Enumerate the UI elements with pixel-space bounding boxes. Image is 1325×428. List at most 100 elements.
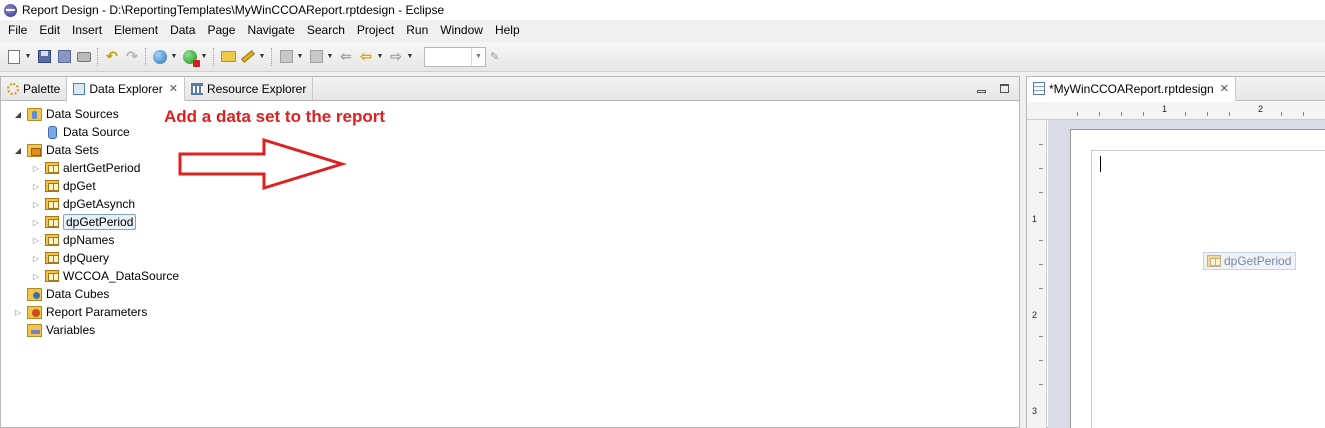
tab-report-design[interactable]: *MyWinCCOAReport.rptdesign ✕ [1027, 77, 1236, 101]
menu-page[interactable]: Page [201, 23, 241, 37]
run-dropdown[interactable]: ▼ [200, 49, 208, 65]
menu-window[interactable]: Window [434, 23, 489, 37]
tab-resource-explorer[interactable]: Resource Explorer [185, 77, 314, 100]
tree-label: dpGetPeriod [63, 214, 137, 230]
minimize-icon[interactable] [977, 90, 986, 93]
new-dropdown[interactable]: ▼ [24, 49, 32, 65]
view-tabs: Palette Data Explorer ✕ Resource Explore… [1, 77, 1019, 101]
tree-item-dataset[interactable]: ▷ alertGetPeriod [1, 159, 1019, 177]
report-page[interactable] [1070, 129, 1325, 428]
save-button[interactable] [36, 49, 52, 65]
menu-element[interactable]: Element [108, 23, 164, 37]
report-file-icon [1033, 82, 1045, 95]
tree-item-dataset[interactable]: ▷ dpQuery [1, 249, 1019, 267]
menu-file[interactable]: File [2, 23, 33, 37]
tree-label: Data Sources [46, 107, 119, 121]
next-annotation-dropdown[interactable]: ▼ [296, 49, 304, 65]
save-all-button[interactable] [56, 49, 72, 65]
tree-item-dataset[interactable]: ▷ dpGet [1, 177, 1019, 195]
tree-label: dpGet [63, 179, 96, 193]
collapsed-arrow-icon[interactable]: ▷ [31, 272, 41, 281]
pin-icon[interactable]: ✎ [490, 50, 499, 63]
tree-item-data-sets[interactable]: ◢ Data Sets [1, 141, 1019, 159]
close-icon[interactable]: ✕ [169, 82, 178, 95]
close-icon[interactable]: ✕ [1220, 82, 1229, 95]
new-button[interactable] [6, 49, 22, 65]
collapsed-arrow-icon[interactable]: ▷ [13, 308, 23, 317]
dataset-icon [45, 252, 59, 264]
prev-annotation-dropdown[interactable]: ▼ [326, 49, 334, 65]
globe-icon [153, 49, 167, 64]
save-icon [37, 50, 51, 63]
tab-label: Data Explorer [89, 81, 163, 96]
menu-run[interactable]: Run [400, 23, 434, 37]
forward-icon[interactable]: ⇨ [388, 48, 404, 65]
collapsed-arrow-icon[interactable]: ▷ [31, 236, 41, 245]
tree-item-report-parameters[interactable]: ▷ Report Parameters [1, 303, 1019, 321]
ruler-tick [1039, 192, 1043, 193]
menu-project[interactable]: Project [351, 23, 400, 37]
collapsed-arrow-icon[interactable]: ▷ [31, 200, 41, 209]
tree-item-data-sources[interactable]: ◢ Data Sources [1, 105, 1019, 123]
menu-insert[interactable]: Insert [66, 23, 108, 37]
menu-help[interactable]: Help [489, 23, 526, 37]
edit-dropdown[interactable]: ▼ [258, 49, 266, 65]
menu-search[interactable]: Search [301, 23, 351, 37]
annotation-arrow [178, 137, 348, 191]
tree-item-dataset-selected[interactable]: ▷ dpGetPeriod [1, 213, 1019, 231]
prev-annotation-button[interactable] [308, 49, 324, 65]
new-file-icon [8, 49, 20, 64]
tree-item-data-source[interactable]: Data Source [1, 123, 1019, 141]
open-button[interactable] [220, 49, 236, 65]
next-annotation-button[interactable] [278, 49, 294, 65]
ruler-number: 1 [1032, 214, 1038, 224]
pencil-icon [241, 50, 255, 63]
toolbar-separator [271, 47, 273, 66]
tree-item-dataset[interactable]: ▷ WCCOA_DataSource [1, 267, 1019, 285]
ruler-tick [1229, 112, 1230, 116]
palette-icon [7, 82, 19, 95]
last-edit-icon[interactable]: ⇐ [338, 48, 354, 65]
back-icon[interactable]: ⇦ [358, 48, 374, 65]
print-button[interactable] [76, 49, 92, 65]
expanded-arrow-icon[interactable]: ◢ [13, 110, 23, 119]
run-icon [183, 49, 197, 64]
tree-item-dataset[interactable]: ▷ dpGetAsynch [1, 195, 1019, 213]
tree-item-variables[interactable]: Variables [1, 321, 1019, 339]
tab-label: Palette [23, 81, 61, 96]
run-button[interactable] [182, 49, 198, 65]
forward-dropdown[interactable]: ▼ [406, 49, 414, 65]
print-icon [77, 51, 91, 62]
data-explorer-tree: ◢ Data Sources Data Source ◢ Data Sets ▷… [1, 101, 1019, 339]
back-dropdown[interactable]: ▼ [376, 49, 384, 65]
collapsed-arrow-icon[interactable]: ▷ [31, 254, 41, 263]
tree-item-data-cubes[interactable]: Data Cubes [1, 285, 1019, 303]
dragged-dataset[interactable]: dpGetPeriod [1203, 252, 1297, 270]
menu-data[interactable]: Data [164, 23, 201, 37]
collapsed-arrow-icon[interactable]: ▷ [31, 218, 41, 227]
collapsed-arrow-icon[interactable]: ▷ [31, 164, 41, 173]
expanded-arrow-icon[interactable]: ◢ [13, 146, 23, 155]
tree-label: Report Parameters [46, 305, 148, 319]
variables-icon [27, 323, 42, 337]
tree-item-dataset[interactable]: ▷ dpNames [1, 231, 1019, 249]
collapsed-arrow-icon[interactable]: ▷ [31, 182, 41, 191]
dataset-icon [1207, 255, 1221, 267]
main-toolbar: ▼ ↶ ↷ ▼ ▼ ▼ ▼ ▼ ⇐ ⇦ ▼ ⇨ ▼ ▼ ✎ [0, 42, 1325, 72]
preview-dropdown[interactable]: ▼ [170, 49, 178, 65]
preview-web-button[interactable] [152, 49, 168, 65]
zoom-combo[interactable]: ▼ [424, 46, 486, 67]
report-body[interactable] [1091, 150, 1325, 428]
tab-palette[interactable]: Palette [1, 77, 68, 100]
redo-icon[interactable]: ↷ [124, 48, 140, 65]
dataset-icon [45, 270, 59, 282]
edit-button[interactable] [240, 49, 256, 65]
maximize-icon[interactable] [1000, 84, 1009, 93]
undo-icon[interactable]: ↶ [104, 48, 120, 65]
menu-bar: File Edit Insert Element Data Page Navig… [0, 20, 1325, 40]
menu-navigate[interactable]: Navigate [241, 23, 300, 37]
chevron-down-icon[interactable]: ▼ [471, 47, 485, 66]
ruler-tick [1143, 112, 1144, 116]
menu-edit[interactable]: Edit [33, 23, 66, 37]
tab-data-explorer[interactable]: Data Explorer ✕ [67, 77, 185, 101]
